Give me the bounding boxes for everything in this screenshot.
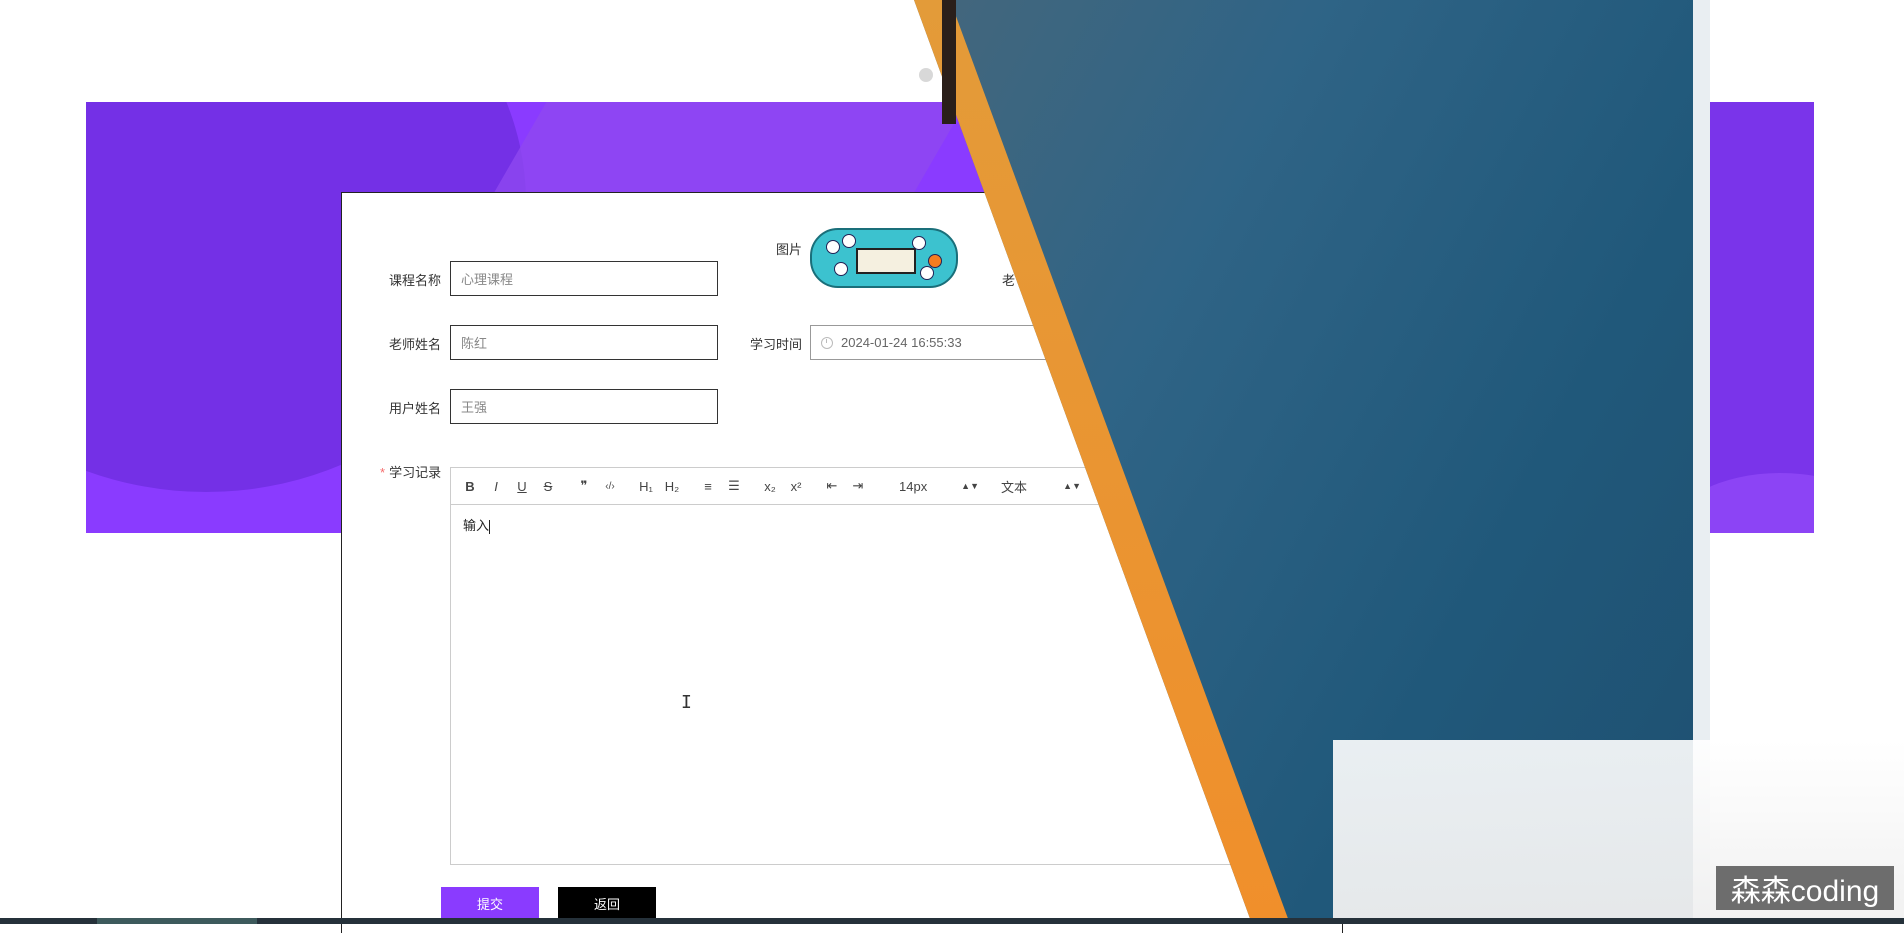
teacher-name-label: 老师姓名 xyxy=(389,337,442,352)
back-button[interactable]: 返回 xyxy=(558,887,656,919)
heading1-button[interactable]: H₁ xyxy=(633,474,659,498)
banner-background-right xyxy=(1710,102,1814,533)
chevron-updown-icon: ▲▼ xyxy=(961,481,979,491)
bold-button[interactable]: B xyxy=(457,474,483,498)
teacher-name-input[interactable] xyxy=(450,325,718,360)
required-mark: * xyxy=(380,465,386,480)
user-name-input[interactable] xyxy=(450,389,718,424)
study-time-label: 学习时间 xyxy=(750,337,803,352)
underline-button[interactable]: U xyxy=(509,474,535,498)
heading2-button[interactable]: H₂ xyxy=(659,474,685,498)
study-record-label: * 学习记录 xyxy=(380,462,441,481)
study-time-value: 2024-01-24 16:55:33 xyxy=(841,335,962,350)
course-image-thumbnail[interactable] xyxy=(810,228,958,288)
study-record-label-text: 学习记录 xyxy=(389,465,442,480)
submit-button[interactable]: 提交 xyxy=(441,887,539,919)
taskbar xyxy=(0,918,1904,924)
watermark: 森森coding xyxy=(1716,866,1894,910)
font-size-value: 14px xyxy=(899,478,928,494)
clock-icon xyxy=(821,336,833,349)
text-type-value: 文本 xyxy=(1001,479,1028,495)
italic-button[interactable]: I xyxy=(483,474,509,498)
course-name-label: 课程名称 xyxy=(389,273,442,288)
code-block-button[interactable]: ‹/› xyxy=(597,474,623,498)
text-cursor-icon: I xyxy=(681,692,692,713)
indent-button[interactable]: ⇥ xyxy=(845,474,871,498)
chevron-updown-icon: ▲▼ xyxy=(1063,481,1081,491)
course-name-input[interactable] xyxy=(450,261,718,296)
user-name-label: 用户姓名 xyxy=(389,401,442,416)
font-size-select[interactable]: 14px ▲▼ xyxy=(899,479,979,494)
outdent-button[interactable]: ⇤ xyxy=(819,474,845,498)
superscript-button[interactable]: x² xyxy=(783,474,809,498)
text-caret xyxy=(489,519,491,534)
cut-label: 老 xyxy=(1002,273,1016,288)
strikethrough-button[interactable]: S xyxy=(535,474,561,498)
carousel-dot-1[interactable] xyxy=(919,68,933,82)
blockquote-button[interactable]: ❞ xyxy=(571,474,597,498)
text-type-select[interactable]: 文本 ▲▼ xyxy=(1001,477,1081,496)
subscript-button[interactable]: x₂ xyxy=(757,474,783,498)
editor-text: 输入 xyxy=(463,518,490,533)
bullet-list-button[interactable]: ☰ xyxy=(721,474,747,498)
ordered-list-button[interactable]: ≡ xyxy=(695,474,721,498)
overlay-post xyxy=(942,0,956,124)
image-label: 图片 xyxy=(776,242,803,257)
